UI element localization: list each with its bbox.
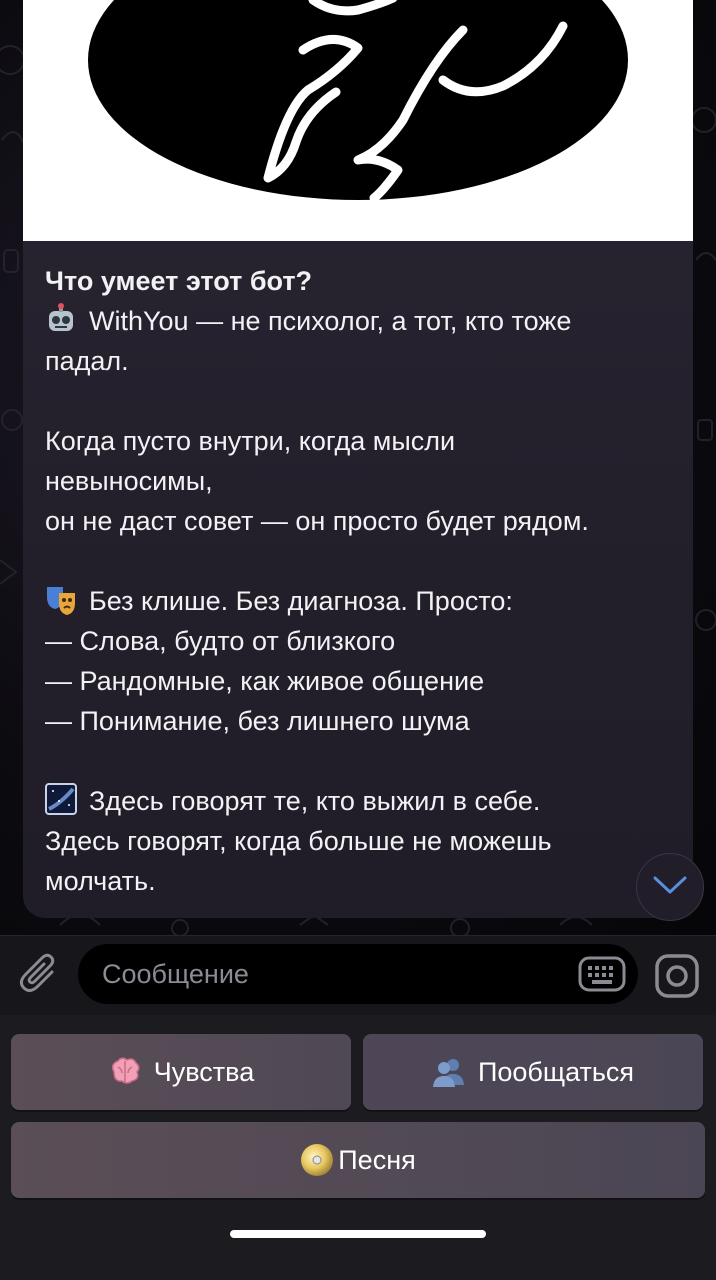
robot-face-icon [45,303,77,335]
chevron-down-icon [652,875,688,900]
camera-icon [653,954,701,1004]
home-indicator [230,1230,486,1238]
attach-button[interactable] [16,950,64,998]
message-input-bar: Сообщение [0,935,716,1016]
keyboard-toggle-button[interactable] [578,954,626,994]
bot-description: Что умеет этот бот? WithYou — не психоло… [45,261,685,901]
chat-button[interactable]: Пообщаться [363,1034,703,1110]
intro-line: Здесь говорят, когда больше не можешь [45,826,552,856]
intro-line: падал. [45,346,129,376]
dvd-icon [300,1143,334,1177]
song-label: Песня [338,1144,416,1175]
scroll-down-button[interactable] [636,853,704,921]
intro-line: невыносимы, [45,466,213,496]
brain-icon [108,1055,142,1089]
bot-intro-card: Что умеет этот бот? WithYou — не психоло… [23,0,693,918]
message-input[interactable]: Сообщение [78,944,638,1004]
chat-label: Пообщаться [477,1056,635,1087]
intro-line: — Понимание, без лишнего шума [45,706,470,736]
bot-reply-keyboard: Чувства Пообщаться Песня [0,1015,716,1280]
intro-line: — Слова, будто от близкого [45,626,396,656]
feelings-button[interactable]: Чувства [11,1034,351,1110]
intro-line: он не даст совет — он просто будет рядом… [45,506,589,536]
paperclip-icon [16,953,64,1002]
intro-line: Здесь говорят те, кто выжил в себе. [89,786,541,816]
feelings-label: Чувства [153,1056,255,1087]
busts-in-silhouette-icon [432,1055,466,1089]
intro-line: молчать. [45,866,156,896]
intro-title: Что умеет этот бот? [45,266,313,296]
message-placeholder: Сообщение [102,959,249,989]
intro-line: Без клише. Без диагноза. Просто: [89,586,513,616]
intro-line: Когда пусто внутри, когда мысли [45,426,456,456]
song-button[interactable]: Песня [11,1122,705,1198]
performing-arts-icon [45,583,77,615]
keyboard-icon [578,956,626,998]
intro-line: WithYou — не психолог, а тот, кто тоже [89,306,572,336]
camera-button[interactable] [653,952,701,1000]
milky-way-icon [45,783,77,815]
intro-line: — Рандомные, как живое общение [45,666,485,696]
bot-logo-image [23,0,693,241]
